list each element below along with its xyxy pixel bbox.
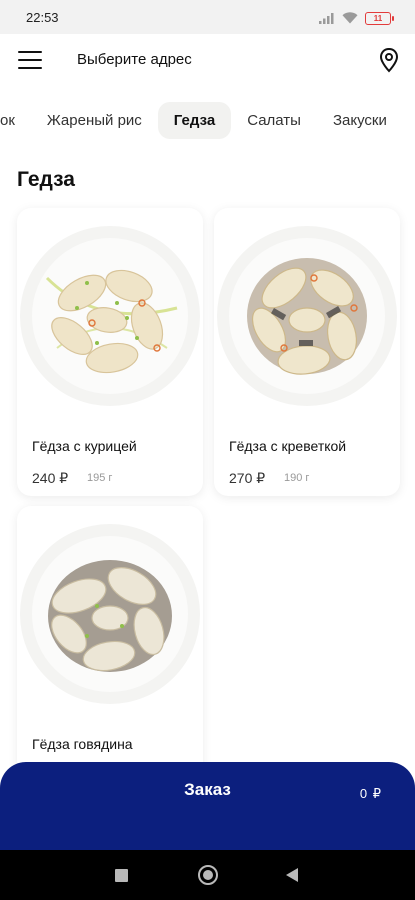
category-tabs: ок Жареный рис Гедза Салаты Закуски bbox=[0, 98, 415, 146]
product-name: Гёдза говядина bbox=[32, 736, 133, 752]
tab-salads[interactable]: Салаты bbox=[231, 102, 317, 139]
order-label: Заказ bbox=[184, 780, 231, 799]
location-pin-icon[interactable] bbox=[377, 47, 401, 73]
product-card[interactable]: Гёдза с курицей 240 ₽ 195 г bbox=[17, 208, 203, 496]
tab-gyoza[interactable]: Гедза bbox=[157, 102, 232, 139]
address-selector[interactable]: Выберите адрес bbox=[77, 51, 192, 68]
product-image-shrimp-gyoza bbox=[217, 226, 397, 406]
product-image-chicken-gyoza bbox=[20, 226, 200, 406]
status-bar: 22:53 11 bbox=[0, 0, 415, 34]
wifi-icon bbox=[342, 12, 358, 24]
product-weight: 190 г bbox=[284, 472, 310, 484]
product-price: 270 ₽ bbox=[229, 470, 266, 486]
signal-icon bbox=[319, 12, 335, 24]
category-tabs-track: ок Жареный рис Гедза Салаты Закуски bbox=[0, 102, 403, 139]
product-image-beef-gyoza bbox=[20, 524, 200, 704]
order-button[interactable]: Заказ 0 ₽ bbox=[0, 762, 415, 850]
back-icon[interactable] bbox=[286, 868, 298, 882]
product-card[interactable]: Гёдза с креветкой 270 ₽ 190 г bbox=[214, 208, 400, 496]
app-header: Выберите адрес bbox=[0, 34, 415, 86]
recent-apps-icon[interactable] bbox=[115, 869, 128, 882]
status-icons: 11 bbox=[319, 11, 394, 25]
menu-icon[interactable] bbox=[18, 49, 42, 71]
product-weight: 195 г bbox=[87, 472, 113, 484]
tab-partial[interactable]: ок bbox=[0, 102, 31, 139]
tab-fried-rice[interactable]: Жареный рис bbox=[31, 102, 158, 139]
product-name: Гёдза с курицей bbox=[32, 438, 137, 454]
home-icon[interactable] bbox=[198, 865, 218, 885]
system-nav-bar bbox=[0, 850, 415, 900]
product-card[interactable]: Гёдза говядина bbox=[17, 506, 203, 796]
battery-level: 11 bbox=[373, 13, 383, 23]
product-price: 240 ₽ bbox=[32, 470, 69, 486]
tab-snacks[interactable]: Закуски bbox=[317, 102, 403, 139]
order-total: 0 ₽ bbox=[359, 786, 382, 801]
section-title: Гедза bbox=[17, 168, 75, 191]
status-time: 22:53 bbox=[26, 10, 59, 25]
product-name: Гёдза с креветкой bbox=[229, 438, 347, 454]
battery-icon: 11 bbox=[365, 11, 394, 25]
